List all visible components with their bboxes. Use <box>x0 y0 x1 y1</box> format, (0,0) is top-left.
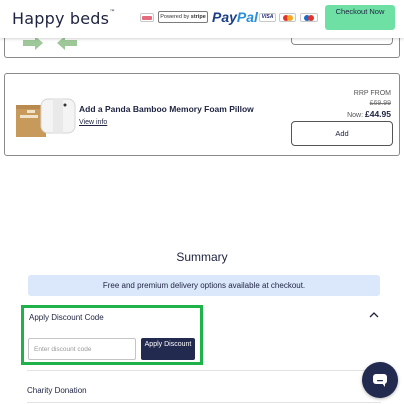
site-header: Happy beds™ Powered by stripe PayPal VIS… <box>0 0 404 38</box>
rrp-price: £69.99 <box>369 100 391 107</box>
stripe-badge: Powered by stripe <box>158 11 208 23</box>
maestro-icon <box>300 13 318 22</box>
rrp-label: RRP FROM <box>353 90 391 97</box>
apply-discount-button[interactable]: Apply Discount <box>141 338 195 360</box>
logo-text: Happy beds <box>12 9 110 28</box>
delivery-info-banner: Free and premium delivery options availa… <box>28 275 380 296</box>
section-divider <box>27 402 381 403</box>
section-divider <box>27 370 381 371</box>
discount-code-input[interactable] <box>28 338 136 360</box>
charity-donation-toggle[interactable]: Charity Donation <box>27 386 87 395</box>
upsell-price-block: RRP FROM £69.99 Now: £44.95 <box>347 89 391 121</box>
paypal-pal: Pal <box>236 9 258 25</box>
mastercard-icon <box>279 13 296 22</box>
upsell-product-title: Add a Panda Bamboo Memory Foam Pillow <box>79 104 254 114</box>
now-price: £44.95 <box>365 109 391 119</box>
paypal-logo: PayPal <box>212 9 258 25</box>
pillow-product-image[interactable] <box>15 93 77 139</box>
discount-code-section: Apply Discount Code Apply Discount <box>21 305 203 365</box>
visa-icon: VISA <box>259 13 276 22</box>
now-label: Now: <box>347 112 364 119</box>
discount-code-toggle[interactable]: Apply Discount Code <box>29 313 104 322</box>
chevron-up-icon[interactable] <box>369 310 379 320</box>
chat-icon <box>373 374 387 387</box>
upsell-card: Add a Panda Bamboo Memory Foam Pillow Vi… <box>4 73 400 156</box>
chat-button[interactable] <box>362 362 398 398</box>
add-pillow-button[interactable]: Add <box>291 121 393 146</box>
paypal-pay: Pay <box>212 9 237 25</box>
stripe-badge-prefix: Powered by <box>160 14 190 20</box>
view-info-link[interactable]: View info <box>79 119 107 126</box>
checkout-now-button[interactable]: Checkout Now <box>325 5 395 30</box>
stripe-badge-brand: stripe <box>190 14 206 20</box>
now-price-line: Now: £44.95 <box>347 109 391 121</box>
klarna-icon <box>140 13 154 22</box>
logo-trademark: ™ <box>109 9 116 16</box>
happy-beds-logo[interactable]: Happy beds™ <box>12 9 115 28</box>
summary-heading: Summary <box>176 250 228 264</box>
